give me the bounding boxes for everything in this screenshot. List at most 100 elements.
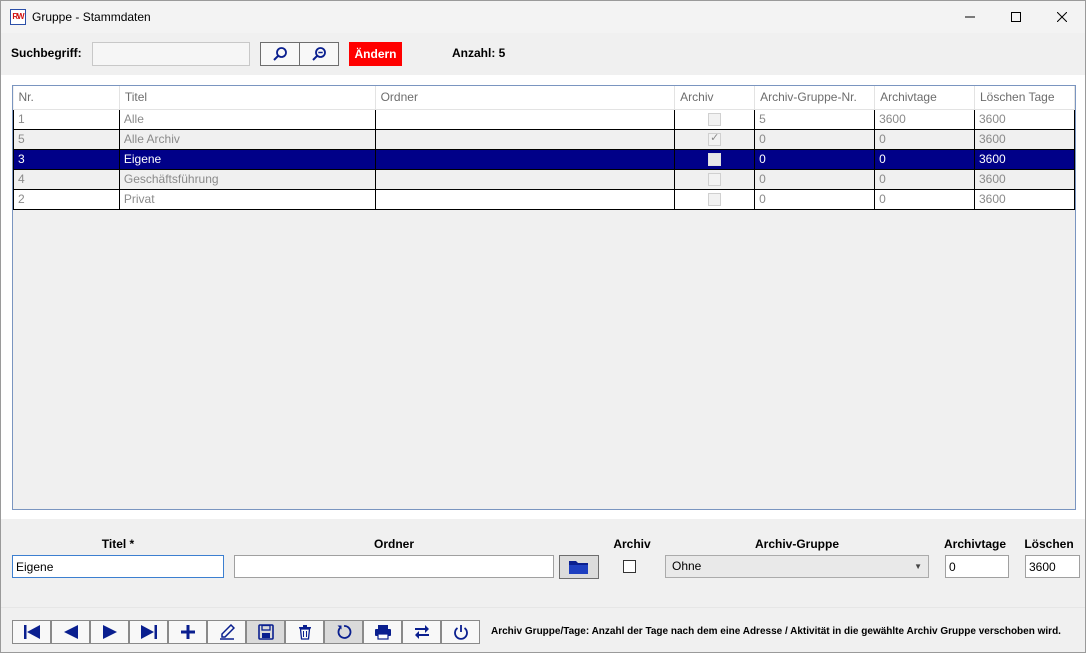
cell-archiv (674, 188, 756, 210)
cell-loeschen-tage: 3600 (974, 128, 1075, 150)
archiv-checkbox[interactable] (623, 560, 636, 573)
data-grid[interactable]: Nr. Titel Ordner Archiv Archiv-Gruppe-Nr… (12, 85, 1076, 510)
archiv-gruppe-value: Ohne (672, 559, 702, 573)
info-text: Archiv Gruppe/Tage: Anzahl der Tage nach… (491, 626, 1061, 637)
previous-record-button[interactable] (51, 620, 90, 644)
titel-label: Titel * (101, 537, 135, 551)
cell-archiv (674, 148, 756, 170)
titel-field[interactable] (12, 555, 224, 578)
record-count: Anzahl: 5 (452, 46, 506, 60)
close-icon (1057, 12, 1067, 22)
loeschen-label: Löschen (1024, 537, 1074, 551)
first-record-icon (23, 625, 40, 639)
edit-button[interactable] (207, 620, 246, 644)
clear-search-button[interactable] (299, 42, 339, 66)
table-row[interactable]: 4 Geschäftsführung 0 0 3600 (13, 168, 1075, 190)
next-record-icon (102, 625, 117, 639)
column-header-titel[interactable]: Titel (119, 86, 376, 110)
maximize-button[interactable] (993, 1, 1039, 33)
archiv-gruppe-select[interactable]: Ohne ▼ (665, 555, 929, 578)
bottom-toolbar: Archiv Gruppe/Tage: Anzahl der Tage nach… (1, 607, 1085, 652)
ordner-field[interactable] (234, 555, 554, 578)
last-record-button[interactable] (129, 620, 168, 644)
print-button[interactable] (363, 620, 402, 644)
first-record-button[interactable] (12, 620, 51, 644)
cell-archiv (674, 128, 756, 150)
ordner-label: Ordner (373, 537, 414, 551)
column-header-nr[interactable]: Nr. (13, 86, 120, 110)
cell-archivtage: 0 (874, 128, 975, 150)
cell-archivtage: 0 (874, 188, 975, 210)
cell-nr: 3 (13, 148, 120, 170)
archiv-checkbox (708, 193, 722, 207)
table-row[interactable]: 1 Alle 5 3600 3600 (13, 108, 1075, 130)
app-icon: RW (10, 9, 26, 25)
cell-ordner (374, 128, 676, 150)
minimize-button[interactable] (947, 1, 993, 33)
last-record-icon (140, 625, 157, 639)
folder-icon (569, 561, 588, 574)
archiv-checkbox (708, 131, 722, 147)
cell-titel: Alle Archiv (118, 128, 376, 150)
print-icon (374, 625, 391, 640)
next-record-button[interactable] (90, 620, 129, 644)
search-minus-icon (312, 47, 326, 61)
cell-titel: Privat (118, 188, 376, 210)
cell-nr: 2 (13, 188, 120, 210)
add-button[interactable] (168, 620, 207, 644)
chevron-down-icon: ▼ (914, 562, 922, 571)
column-header-archiv[interactable]: Archiv (674, 86, 756, 110)
cell-archivtage: 0 (874, 148, 975, 170)
window-title: Gruppe - Stammdaten (32, 10, 151, 24)
search-bar: Suchbegriff: Ändern Anzahl: 5 (1, 33, 1085, 75)
cell-loeschen-tage: 3600 (974, 108, 1075, 130)
add-icon (180, 625, 195, 639)
table-row-selected[interactable]: 3 Eigene 0 0 3600 (13, 148, 1075, 170)
search-button[interactable] (260, 42, 300, 66)
archiv-checkbox (708, 113, 722, 127)
archiv-checkbox (708, 153, 722, 167)
cell-ordner (374, 108, 676, 130)
cell-nr: 4 (13, 168, 120, 190)
archivtage-label: Archivtage (943, 537, 1007, 551)
search-icon (273, 47, 287, 61)
cell-archivtage: 3600 (874, 108, 975, 130)
cell-loeschen-tage: 3600 (974, 148, 1075, 170)
cell-titel: Alle (118, 108, 376, 130)
refresh-icon (337, 625, 351, 639)
change-button[interactable]: Ändern (349, 42, 402, 66)
edit-form: Titel * Ordner Archiv Archiv-Gruppe Ohne… (1, 519, 1085, 607)
column-header-archiv-gruppe-nr[interactable]: Archiv-Gruppe-Nr. (754, 86, 876, 110)
table-row[interactable]: 5 Alle Archiv 0 0 3600 (13, 128, 1075, 150)
swap-button[interactable] (402, 620, 441, 644)
close-button[interactable] (1039, 1, 1085, 33)
delete-icon (298, 625, 311, 640)
main-window: RW Gruppe - Stammdaten Suchbegriff: Ände… (0, 0, 1086, 653)
loeschen-field[interactable] (1025, 555, 1080, 578)
browse-folder-button[interactable] (559, 555, 599, 579)
cell-ordner (374, 148, 676, 170)
column-header-archivtage[interactable]: Archivtage (874, 86, 975, 110)
maximize-icon (1011, 12, 1021, 22)
save-button[interactable] (246, 620, 285, 644)
cell-loeschen-tage: 3600 (974, 168, 1075, 190)
delete-button[interactable] (285, 620, 324, 644)
cell-archiv-gruppe-nr: 0 (754, 148, 876, 170)
cell-archiv-gruppe-nr: 0 (754, 128, 876, 150)
refresh-button[interactable] (324, 620, 363, 644)
archivtage-field[interactable] (945, 555, 1009, 578)
column-header-ordner[interactable]: Ordner (375, 86, 676, 110)
search-label: Suchbegriff: (11, 46, 82, 60)
cell-titel: Eigene (118, 148, 376, 170)
minimize-icon (965, 16, 975, 18)
column-header-loeschen-tage[interactable]: Löschen Tage (974, 86, 1075, 110)
edit-icon (219, 624, 235, 640)
cell-loeschen-tage: 3600 (974, 188, 1075, 210)
table-row[interactable]: 2 Privat 0 0 3600 (13, 188, 1075, 210)
cell-archiv-gruppe-nr: 0 (754, 188, 876, 210)
search-input[interactable] (92, 42, 250, 66)
cell-archivtage: 0 (874, 168, 975, 190)
cell-ordner (374, 168, 676, 190)
cell-archiv-gruppe-nr: 0 (754, 168, 876, 190)
power-button[interactable] (441, 620, 480, 644)
